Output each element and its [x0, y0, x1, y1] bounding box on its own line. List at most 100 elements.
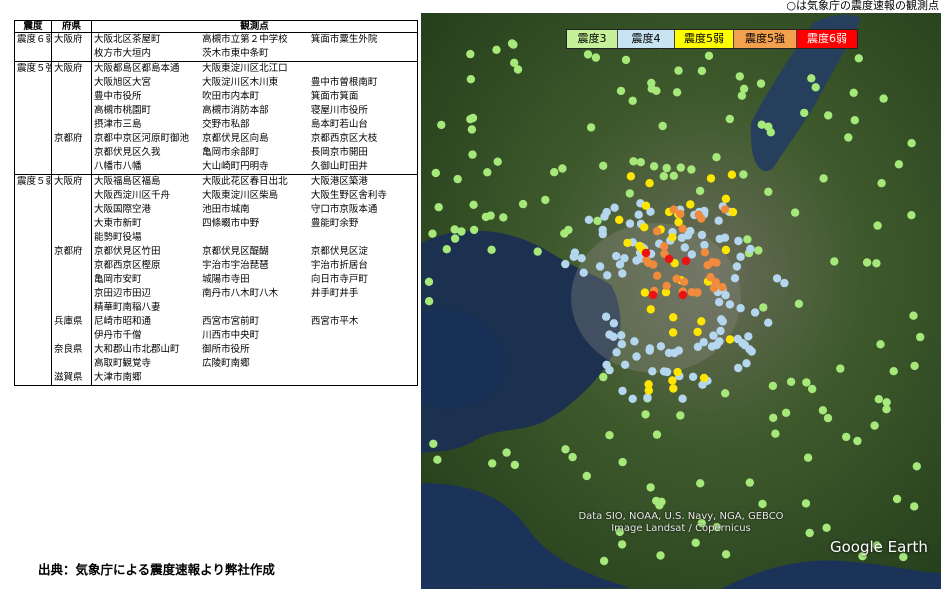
station-marker-intensity-6-lower — [681, 256, 691, 266]
station-marker-intensity-3 — [591, 53, 601, 62]
station-marker-intensity-4 — [674, 346, 683, 355]
station-marker-intensity-4 — [602, 360, 611, 369]
table-row: 豊中市役所 吹田市内本町 箕面市箕面 — [14, 90, 418, 104]
intensity-cell — [14, 118, 52, 132]
station-marker-intensity-4 — [584, 215, 594, 224]
station-marker-intensity-5-lower — [721, 194, 731, 203]
station-marker-intensity-3 — [502, 448, 511, 457]
station-cell — [309, 357, 418, 371]
station-marker-intensity-3 — [424, 297, 434, 306]
station-cell: 亀岡市安町 — [94, 274, 142, 285]
station-marker-intensity-5-lower — [697, 317, 706, 326]
station-marker-intensity-5-lower — [668, 233, 677, 242]
station-cell: 豊能町余野 — [310, 218, 359, 229]
station-marker-intensity-4 — [634, 210, 643, 219]
station-marker-intensity-3 — [771, 429, 780, 438]
table-row: 京都西京区樫原 宇治市宇治琵琶 宇治市折居台 — [14, 259, 418, 273]
station-marker-intensity-3 — [853, 436, 862, 446]
station-marker-intensity-5-upper — [694, 210, 703, 219]
intensity-cell — [14, 160, 52, 175]
intensity-cell: 震度５弱 — [14, 174, 52, 189]
credit-line-2: Image Landsat / Copernicus — [611, 523, 751, 534]
station-marker-intensity-4 — [605, 330, 614, 339]
station-marker-intensity-3 — [510, 460, 520, 470]
intensity-cell — [14, 146, 52, 160]
station-cell: 高槻市桃園町 — [94, 105, 152, 116]
station-marker-intensity-5-upper — [706, 272, 715, 282]
intensity-cell — [14, 371, 52, 386]
station-marker-intensity-3 — [433, 455, 442, 464]
credit-line-1: Data SIO, NOAA, U.S. Navy, NGA, GEBCO — [578, 511, 784, 522]
station-marker-intensity-3 — [437, 120, 446, 130]
station-marker-intensity-4 — [620, 360, 630, 369]
station-marker-intensity-3 — [481, 212, 491, 222]
station-cell: 豊中市曽根南町 — [310, 77, 378, 88]
station-marker-intensity-3 — [541, 195, 550, 205]
station-marker-intensity-4 — [625, 219, 635, 228]
station-marker-intensity-3 — [658, 121, 667, 131]
station-marker-intensity-6-lower — [664, 254, 674, 264]
table-row: 大阪国際空港 池田市城南 守口市京阪本通 — [14, 203, 418, 217]
station-cell: 大山崎町円明寺 — [200, 160, 309, 175]
station-marker-intensity-4 — [714, 297, 724, 307]
station-marker-intensity-4 — [697, 230, 707, 240]
station-marker-intensity-5-lower — [640, 288, 650, 297]
station-cell: 京都西京区大枝 — [310, 133, 378, 144]
intensity-cell — [14, 203, 52, 217]
station-cell: 寝屋川市役所 — [310, 105, 368, 116]
prefecture-cell — [51, 217, 92, 231]
station-marker-intensity-3 — [873, 221, 882, 230]
station-cell — [309, 329, 418, 343]
station-marker-intensity-4 — [628, 394, 637, 403]
station-cell: 大阪東淀川区北江口 — [202, 63, 288, 74]
station-marker-intensity-5-lower — [626, 172, 636, 181]
station-marker-intensity-3 — [487, 245, 496, 254]
station-marker-intensity-4 — [715, 234, 724, 244]
table-row: 大阪西淀川区千舟 大阪東淀川区柴島 大阪生野区舎利寺 — [14, 189, 418, 203]
station-cell: 京都伏見区淀 — [310, 246, 368, 257]
station-marker-intensity-3 — [488, 459, 497, 468]
station-marker-intensity-5-upper — [652, 227, 662, 236]
station-marker-intensity-5-lower — [706, 174, 716, 183]
google-earth-logo: Google Earth — [830, 538, 928, 556]
station-cell: 高槻市消防本部 — [202, 105, 269, 116]
table-row: 大東市新町 四條畷市中野 豊能町余野 — [14, 217, 418, 231]
station-marker-intensity-4 — [742, 359, 751, 368]
station-marker-intensity-6-lower — [678, 290, 688, 300]
station-marker-intensity-3 — [725, 114, 734, 124]
legend-item: 震度5強 — [734, 30, 797, 48]
station-marker-intensity-3 — [510, 58, 519, 67]
table-row: 兵庫県 尼崎市昭和通 西宮市宮前町 西宮市平木 — [14, 315, 418, 329]
station-marker-intensity-5-lower — [641, 201, 651, 210]
station-marker-intensity-3 — [669, 171, 678, 180]
station-marker-intensity-4 — [734, 236, 743, 246]
station-marker-intensity-3 — [499, 213, 508, 222]
station-marker-intensity-3 — [697, 66, 707, 76]
station-marker-intensity-3 — [442, 245, 451, 254]
station-cell: 大阪西淀川区千舟 — [94, 190, 171, 201]
station-marker-intensity-3 — [721, 389, 730, 398]
station-marker-intensity-4 — [618, 269, 627, 278]
station-marker-intensity-3 — [800, 108, 809, 118]
station-marker-intensity-3 — [434, 203, 443, 212]
prefecture-cell — [51, 301, 92, 315]
station-cell: 吹田市内本町 — [202, 91, 260, 102]
station-marker-intensity-3 — [696, 479, 705, 488]
station-marker-intensity-3 — [757, 120, 766, 129]
station-marker-intensity-3 — [466, 75, 476, 84]
intensity-cell — [14, 90, 52, 104]
station-cell: 京都中京区河原町御池 — [94, 133, 190, 144]
station-marker-intensity-3 — [625, 189, 634, 198]
station-marker-intensity-3 — [431, 168, 440, 178]
station-marker-intensity-4 — [716, 326, 725, 336]
station-cell: 摂津市三島 — [94, 119, 142, 130]
station-marker-intensity-5-upper — [669, 205, 678, 214]
station-marker-intensity-3 — [912, 462, 921, 471]
station-cell: 守口市京阪本通 — [310, 204, 378, 215]
station-cell: 池田市城南 — [202, 204, 250, 215]
station-marker-intensity-3 — [754, 246, 763, 255]
satellite-map[interactable]: Data SIO, NOAA, U.S. Navy, NGA, GEBCO Im… — [421, 13, 941, 589]
prefecture-cell — [51, 189, 92, 203]
station-marker-intensity-3 — [745, 478, 754, 487]
station-marker-intensity-4 — [744, 332, 753, 341]
